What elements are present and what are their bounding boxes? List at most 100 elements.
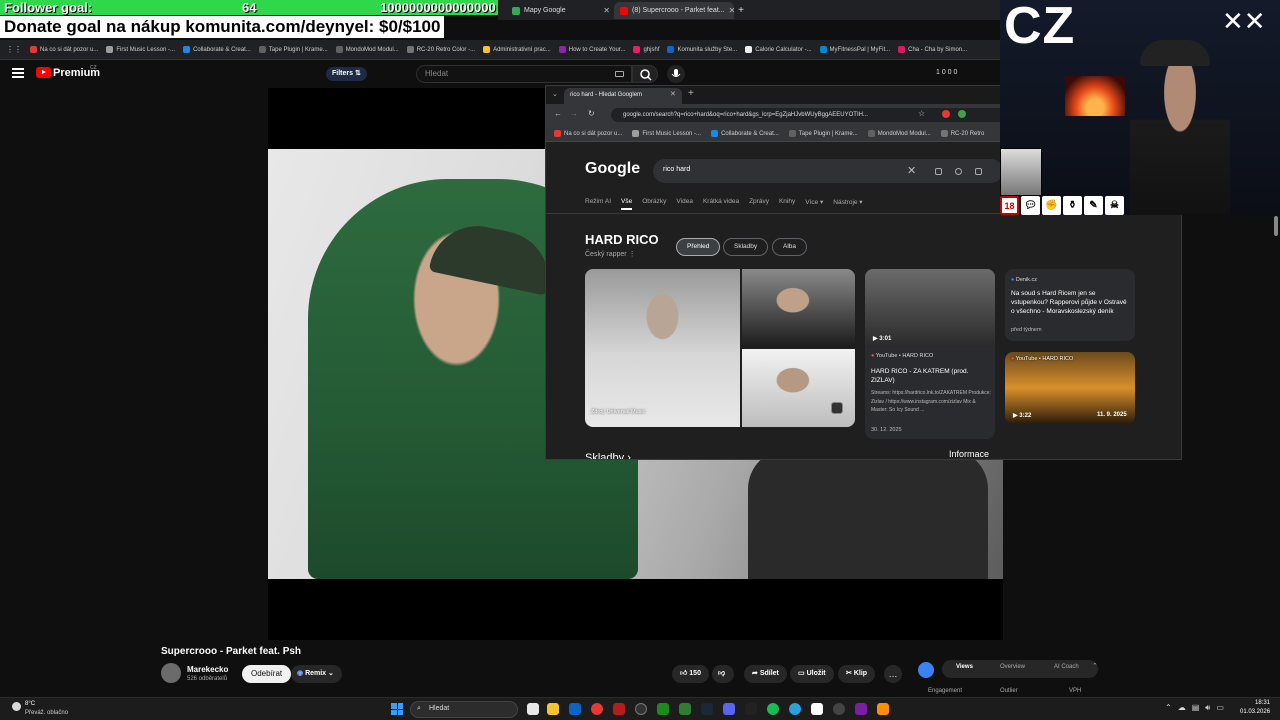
bookmark-item[interactable]: MyFitnessPal | MyFit...	[819, 46, 890, 53]
obs-icon[interactable]	[833, 703, 845, 715]
app-icon[interactable]	[811, 703, 823, 715]
news-result-card[interactable]: ● Denik.cz Na soud s Hard Ricem jen se v…	[1005, 269, 1135, 341]
dislike-button[interactable]: 👎︎	[712, 665, 734, 683]
bookmark-item[interactable]: RC-20 Retro	[940, 130, 984, 137]
search-input[interactable]: Hledat	[416, 65, 632, 83]
spotify-icon[interactable]	[767, 703, 779, 715]
star-icon[interactable]: ☆	[918, 109, 925, 118]
save-button[interactable]: ▭ Uložit	[790, 665, 834, 683]
bookmark-item[interactable]: Na co si dát pozor u...	[30, 46, 98, 53]
songs-heading[interactable]: Skladby ›	[585, 452, 631, 459]
tab-youtube[interactable]: (8) Supercrooo - Parket feat... ✕	[614, 2, 734, 19]
artist-photo[interactable]	[585, 269, 740, 427]
app-icon[interactable]	[855, 703, 867, 715]
apps-icon[interactable]: ⋮⋮	[6, 45, 22, 54]
extension-icon[interactable]	[958, 110, 966, 118]
bookmark-item[interactable]: First Music Lesson -...	[106, 46, 175, 53]
nav-books[interactable]: Knihy	[779, 198, 795, 210]
mic-button[interactable]	[667, 65, 685, 83]
volume-icon[interactable]: 🔊︎	[1205, 703, 1210, 713]
tab-google-search[interactable]: rico hard - Hledat Googlem	[564, 88, 682, 104]
nvidia-icon[interactable]	[657, 703, 669, 715]
keyboard-icon[interactable]	[935, 168, 942, 175]
extension-icon[interactable]	[942, 110, 950, 118]
avatar[interactable]	[161, 663, 181, 683]
keyboard-icon[interactable]	[615, 71, 624, 77]
nav-ai-mode[interactable]: Režim AI	[585, 198, 611, 210]
bookmark-item[interactable]: RC-20 Retro Color -...	[406, 46, 475, 53]
artist-photo[interactable]	[742, 269, 855, 347]
bookmark-item[interactable]: MondoMod Modul...	[867, 130, 931, 137]
google-search-input[interactable]: rico hard ✕	[653, 159, 1003, 183]
clock-date[interactable]: 01.03.2026	[1240, 709, 1270, 715]
bookmark-item[interactable]: Calorie Calculator -...	[745, 46, 812, 53]
weather-temperature[interactable]: 8°C	[25, 701, 35, 707]
remix-button[interactable]: ◉ Remix ⌄	[291, 665, 342, 683]
like-button[interactable]: 👍︎ 150	[672, 665, 709, 683]
nav-news[interactable]: Zprávy	[749, 198, 769, 210]
nav-all[interactable]: Vše	[621, 198, 633, 210]
task-view-icon[interactable]	[527, 703, 539, 715]
cloud-icon[interactable]	[12, 702, 21, 711]
filters-button[interactable]: Filters ⇅	[326, 67, 367, 81]
video-result-card[interactable]: ● YouTube • HARD RICO ▶ 3:22 11. 9. 2025	[1005, 352, 1135, 424]
lens-icon[interactable]	[975, 168, 982, 175]
nav-short-videos[interactable]: Krátká videa	[703, 198, 739, 210]
chevron-up-icon[interactable]: ⌃	[1165, 703, 1172, 713]
search-button[interactable]	[632, 65, 658, 83]
news-result-title[interactable]: Na soud s Hard Ricem jen se vstupenkou? …	[1011, 289, 1131, 316]
chip-albums[interactable]: Alba	[772, 238, 808, 256]
app-icon[interactable]	[745, 703, 757, 715]
bookmark-item[interactable]: Administrativní prac...	[483, 46, 551, 53]
bookmark-item[interactable]: First Music Lesson -...	[632, 130, 701, 137]
cloud-icon[interactable]: ☁	[1178, 703, 1186, 713]
more-vert-icon[interactable]: ⋮	[629, 251, 636, 258]
chip-overview[interactable]: Přehled	[676, 238, 721, 256]
new-tab-button[interactable]: +	[688, 88, 694, 99]
video-result-title[interactable]: HARD RICO - ZA KATREM (prod. ZIZLAV)	[871, 367, 991, 385]
bookmark-item[interactable]: Tape Plugin | Krame...	[788, 130, 858, 137]
start-button[interactable]	[391, 703, 403, 715]
clear-icon[interactable]: ✕	[907, 164, 916, 177]
more-actions-button[interactable]: …	[884, 665, 902, 683]
store-icon[interactable]	[569, 703, 581, 715]
close-icon[interactable]: ✕	[670, 90, 676, 98]
bookmark-item[interactable]: MondoMod Modul...	[335, 46, 399, 53]
youtube-logo-icon[interactable]	[36, 67, 51, 78]
menu-icon[interactable]	[12, 68, 24, 78]
tab-views[interactable]: Views	[956, 664, 973, 670]
bookmark-item[interactable]: ghjshf	[633, 46, 659, 53]
bookmark-item[interactable]: Na co si dát pozor u...	[554, 130, 622, 137]
bookmark-item[interactable]: Komunita služby Ste...	[667, 46, 737, 53]
url-field[interactable]: google.com/search?q=rico+hard&oq=rico+ha…	[611, 108, 1031, 122]
back-icon[interactable]: ←	[554, 109, 562, 118]
extension-logo-icon[interactable]	[918, 662, 934, 678]
image-grid[interactable]: Zdroj: Universal Music	[585, 269, 855, 427]
new-tab-button[interactable]: +	[734, 2, 748, 19]
bookmark-item[interactable]: Cha - Cha by Simon...	[898, 46, 967, 53]
telegram-icon[interactable]	[789, 703, 801, 715]
nav-tools[interactable]: Nástroje ▾	[833, 198, 862, 210]
clip-button[interactable]: ✂ Klip	[838, 665, 876, 683]
scrollbar-thumb[interactable]	[1274, 216, 1278, 236]
subscribe-button[interactable]: Odebírat	[242, 665, 292, 683]
bookmark-item[interactable]: Tape Plugin | Krame...	[258, 46, 328, 53]
nav-videos[interactable]: Videa	[676, 198, 693, 210]
discord-icon[interactable]	[723, 703, 735, 715]
chevron-up-icon[interactable]: ⌃	[1092, 662, 1098, 670]
artist-photo[interactable]	[742, 349, 855, 427]
steam-icon[interactable]	[701, 703, 713, 715]
weather-description[interactable]: Převáž. oblačno	[25, 710, 68, 716]
network-icon[interactable]: ▤	[1192, 703, 1200, 713]
battery-icon[interactable]: ▭	[1216, 703, 1224, 713]
bookmark-item[interactable]: How to Create Your...	[558, 46, 625, 53]
share-button[interactable]: ➦ Sdílet	[744, 665, 787, 683]
nav-more[interactable]: Více ▾	[805, 198, 823, 210]
close-icon[interactable]: ✕	[603, 6, 610, 15]
video-result-card[interactable]: ▶ 3:01 ● YouTube • HARD RICO HARD RICO -…	[865, 269, 995, 439]
nav-images[interactable]: Obrázky	[642, 198, 666, 210]
taskbar-search[interactable]: ⌕ Hledat	[410, 701, 518, 718]
tab-list-icon[interactable]: ⌄	[552, 90, 558, 98]
tab-ai-coach[interactable]: AI Coach	[1054, 664, 1079, 670]
chip-songs[interactable]: Skladby	[723, 238, 769, 256]
